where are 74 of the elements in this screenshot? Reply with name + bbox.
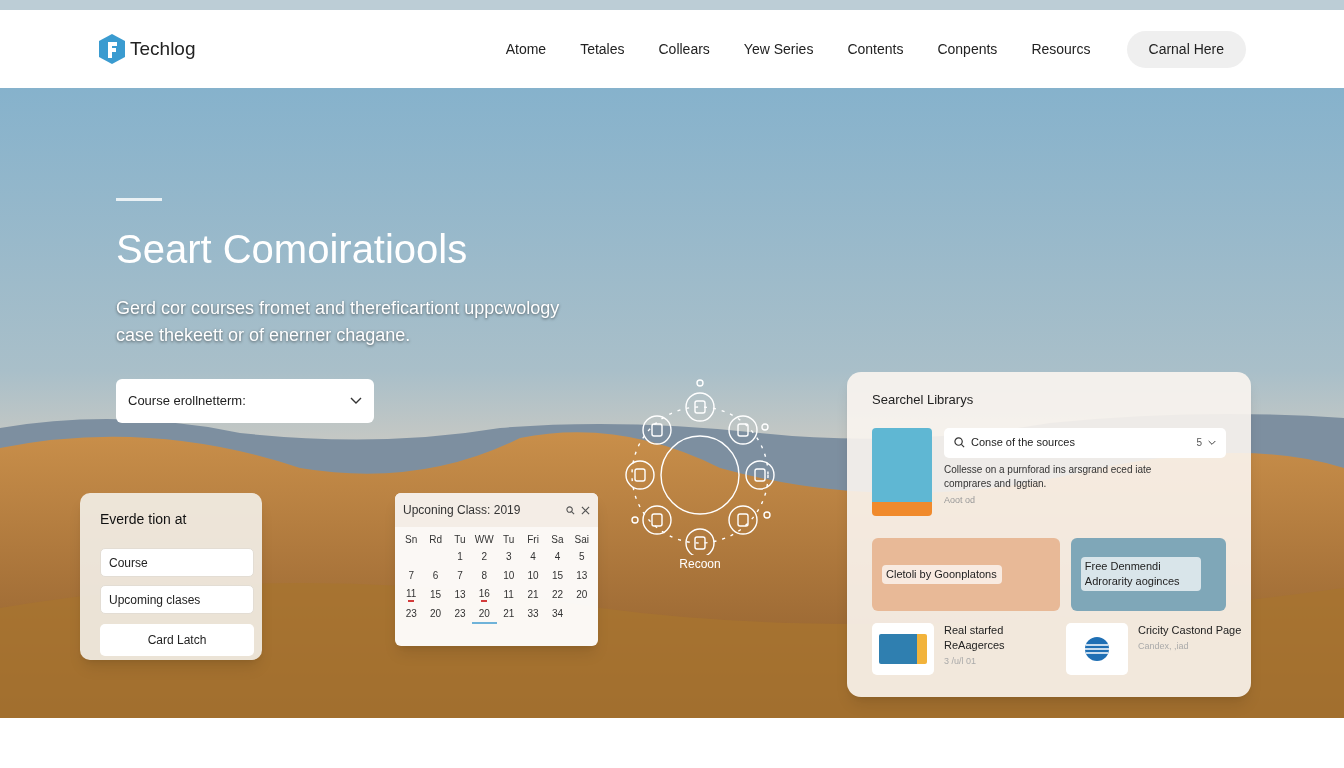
nav-link[interactable]: Contents [847, 38, 904, 60]
input-field[interactable]: Course [100, 548, 254, 577]
weekday-label: Tu [453, 533, 467, 547]
brand-name[interactable]: Techlog [130, 34, 196, 64]
library-meta: Aoot od [944, 493, 977, 507]
nav-link[interactable]: Resourcs [1031, 38, 1091, 60]
search-icon[interactable] [566, 505, 575, 515]
calendar-day[interactable]: 15 [423, 586, 448, 605]
item-title[interactable]: Cricity Castond Page [1138, 622, 1248, 638]
calendar-day[interactable]: 6 [423, 567, 448, 586]
calendar-day[interactable]: 13 [569, 567, 594, 586]
search-icon [954, 437, 965, 448]
form-card-title: Everde tion at [100, 510, 188, 529]
item-title[interactable]: Real starfed ReAagerces [944, 622, 1054, 653]
library-title: Searchel Librarys [872, 391, 975, 409]
calendar-day[interactable]: 2 [472, 548, 497, 567]
nav-link[interactable]: Collears [658, 38, 710, 60]
chevron-down-icon [1208, 439, 1216, 446]
calendar-day[interactable]: 15 [545, 567, 570, 586]
calendar-title: Upconing Class: 2019 [403, 502, 522, 519]
calendar-day[interactable]: 22 [545, 586, 570, 605]
calendar-day[interactable]: 20 [569, 586, 594, 605]
calendar-day[interactable]: 8 [472, 567, 497, 586]
weekday-label: Tu [502, 533, 516, 547]
item-meta: 3 /u/l 01 [944, 654, 978, 668]
result-count: 5 [1196, 436, 1202, 450]
hero-subtitle: Gerd cor courses fromet and thereficartiont uppcwology case thekeett or of enerner chagane. [116, 297, 561, 347]
document-thumbnail [872, 622, 934, 675]
calendar-day[interactable]: 1 [447, 548, 473, 567]
calendar-day[interactable]: 7 [447, 567, 473, 586]
calendar-day[interactable]: 16 [472, 586, 497, 605]
calendar-day[interactable]: 23 [447, 605, 473, 624]
calendar-day[interactable]: 10 [520, 567, 546, 586]
calendar-day[interactable]: 11 [496, 586, 521, 605]
calendar-day[interactable]: 20 [423, 605, 448, 624]
image-tile[interactable]: Free Denmendi Adrorarity aoginces [1070, 537, 1226, 611]
orbit-label: Recoon [679, 556, 721, 573]
chevron-down-icon [350, 397, 362, 405]
globe-thumbnail [1066, 622, 1128, 675]
calendar-day[interactable]: 20 [472, 605, 497, 624]
weekday-label: Sa [550, 533, 565, 547]
nav-link[interactable]: Atome [505, 38, 547, 60]
weekday-label: Rd [428, 533, 443, 547]
nav-link[interactable]: Conpents [937, 38, 998, 60]
calendar-day[interactable]: 11 [399, 586, 424, 605]
calendar-day[interactable]: 33 [520, 605, 546, 624]
weekday-label: Fri [526, 533, 540, 547]
input-field[interactable]: Upcoming clases [100, 585, 254, 614]
close-icon[interactable] [581, 505, 590, 515]
calendar-day[interactable]: 34 [545, 605, 570, 624]
calendar-day[interactable]: 21 [496, 605, 521, 624]
calendar-day[interactable]: 23 [399, 605, 424, 624]
card-button[interactable]: Card Latch [100, 624, 254, 656]
weekday-label: Sn [404, 533, 419, 547]
item-meta: Candex, ,iad [1138, 639, 1190, 653]
calendar-day[interactable]: 4 [545, 548, 570, 567]
course-select[interactable]: Course erollnetterm: [116, 379, 374, 423]
nav-link[interactable]: Yew Series [743, 38, 814, 60]
weekday-label: Sai [573, 533, 591, 547]
weekday-label: WW [473, 533, 495, 547]
calendar-day[interactable]: 4 [520, 548, 546, 567]
nav-link[interactable]: Tetales [580, 38, 625, 60]
calendar-day[interactable]: 21 [520, 586, 546, 605]
calendar-day[interactable]: 10 [496, 567, 521, 586]
cta-button[interactable]: Carnal Here [1126, 30, 1246, 68]
calendar-day[interactable]: 5 [569, 548, 594, 567]
image-tile[interactable]: Cletoli by Goonplatons [872, 537, 1060, 611]
calendar-day[interactable]: 7 [399, 567, 424, 586]
calendar-day[interactable]: 3 [496, 548, 521, 567]
hero-title: Seart Comoiratiools [116, 226, 469, 273]
search-field[interactable]: Conse of the sources 5 [944, 427, 1226, 458]
library-description: Collesse on a purnforad ins arsgrand eced iate comprares and Iggtian. [944, 462, 1153, 491]
logo-icon [98, 33, 126, 65]
calendar-day[interactable]: 13 [447, 586, 473, 605]
